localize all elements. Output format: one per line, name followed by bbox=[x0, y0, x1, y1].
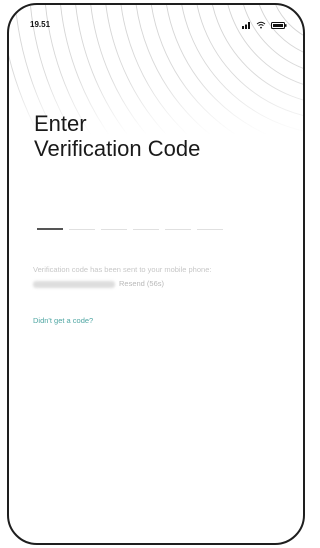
verification-code-input[interactable] bbox=[37, 221, 223, 230]
status-icons bbox=[242, 21, 287, 29]
code-digit-1[interactable] bbox=[37, 221, 63, 230]
code-digit-4[interactable] bbox=[133, 221, 159, 230]
signal-icon bbox=[242, 21, 250, 29]
code-digit-6[interactable] bbox=[197, 221, 223, 230]
wifi-icon bbox=[256, 21, 266, 29]
code-digit-2[interactable] bbox=[69, 221, 95, 230]
verification-info: Verification code has been sent to your … bbox=[33, 263, 295, 291]
page-title-line2: Verification Code bbox=[34, 136, 201, 161]
masked-phone-number bbox=[33, 280, 115, 288]
info-message: Verification code has been sent to your … bbox=[33, 265, 212, 274]
page-title: Enter Verification Code bbox=[34, 111, 200, 161]
page-title-line1: Enter bbox=[34, 111, 87, 136]
status-bar: 19.51 bbox=[9, 5, 303, 35]
phone-frame: 19.51 Enter Verification Code Verificati… bbox=[7, 3, 305, 545]
status-time: 19.51 bbox=[30, 20, 51, 29]
phone-resend-row: Resend (56s) bbox=[33, 277, 295, 291]
battery-icon bbox=[271, 21, 287, 29]
resend-button[interactable]: Resend (56s) bbox=[119, 279, 164, 288]
code-digit-5[interactable] bbox=[165, 221, 191, 230]
no-code-help-link[interactable]: Didn't get a code? bbox=[33, 316, 93, 325]
code-digit-3[interactable] bbox=[101, 221, 127, 230]
